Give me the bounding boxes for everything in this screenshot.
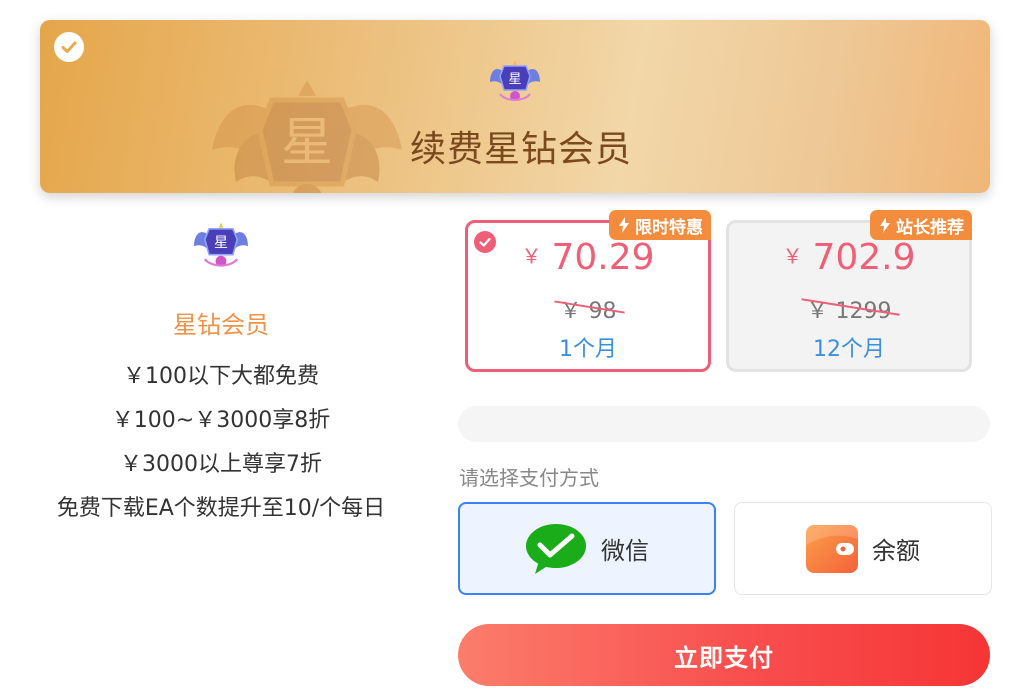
star-diamond-badge-icon: 星 [194,222,248,267]
check-circle-icon [54,32,84,62]
plan-period: 12个月 [813,337,885,362]
plan-price: ￥ 702.9 [729,237,969,278]
plan-period: 1个月 [559,337,617,362]
plan-badge-label: 站长推荐 [896,217,964,238]
currency-symbol: ￥ [521,244,542,268]
lightning-icon [880,217,890,233]
plan-description-bar [458,406,990,442]
pay-option-wechat[interactable]: 微信 [458,502,716,595]
benefit-item: ￥100~￥3000享8折 [111,408,331,433]
plan-badge: 限时特惠 [609,210,711,240]
wallet-icon [806,524,858,573]
pay-option-label: 微信 [601,537,649,565]
benefit-item: ￥100以下大都免费 [123,364,319,389]
payment-method-label: 请选择支付方式 [459,466,599,490]
benefit-item: ￥3000以上尊享7折 [120,452,322,477]
original-price-value: ￥ 98 [558,293,619,325]
currency-symbol: ￥ [782,244,803,268]
banner-title: 续费星钻会员 [410,129,633,170]
price-value: 702.9 [812,237,916,278]
plan-badge-label: 限时特惠 [635,217,703,238]
member-name: 星钻会员 [173,311,269,339]
original-price-value: ￥ 1299 [805,293,894,325]
member-emblem-text: 星 [214,235,228,251]
original-price: ￥ 1299 [729,293,969,325]
pay-option-balance[interactable]: 余额 [734,502,992,595]
pay-now-button[interactable]: 立即支付 [458,624,990,686]
plan-price: ￥ 70.29 [468,237,708,278]
pay-option-label: 余额 [872,537,920,565]
wechat-icon [526,523,586,574]
lightning-icon [619,217,629,233]
renew-banner[interactable]: 星 星 续费星钻会员 [40,20,990,193]
banner-emblem-text: 星 [281,113,333,173]
member-info: 星 星钻会员 ￥100以下大都免费 ￥100~￥3000享8折 ￥3000以上尊… [20,220,422,522]
plan-card-1-month[interactable]: 限时特惠 ￥ 70.29 ￥ 98 1个月 [465,210,711,372]
original-price: ￥ 98 [468,293,708,325]
plan-card-12-months[interactable]: 站长推荐 ￥ 702.9 ￥ 1299 12个月 [726,210,972,372]
svg-text:星: 星 [508,72,521,87]
star-diamond-emblem-icon: 星 [212,80,402,193]
plan-badge: 站长推荐 [870,210,972,240]
price-value: 70.29 [551,237,655,278]
star-diamond-badge-icon: 星 [490,60,540,101]
benefit-item: 免费下载EA个数提升至10/个每日 [56,496,386,521]
